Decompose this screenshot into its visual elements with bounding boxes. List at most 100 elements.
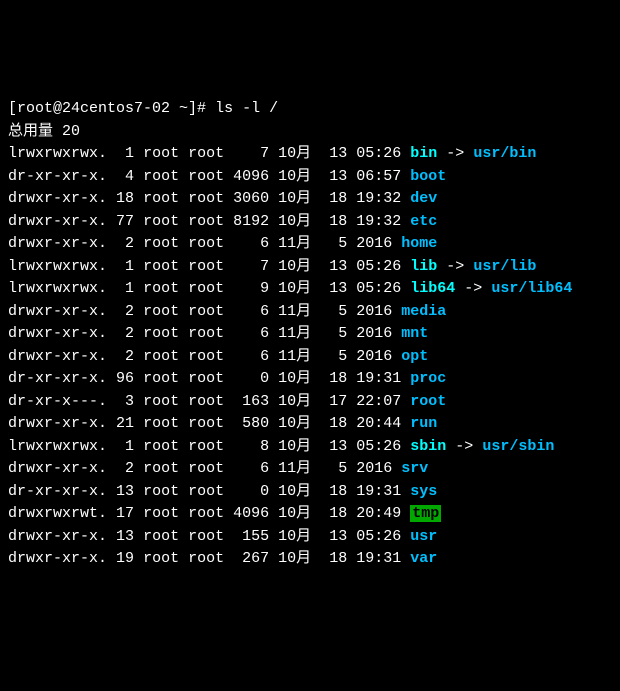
link-count: 77: [116, 213, 134, 230]
group: root: [188, 235, 224, 252]
day: 18: [320, 190, 347, 207]
time: 05:26: [356, 258, 401, 275]
listing-row: drwxr-xr-x. 19 root root 267 10月 18 19:3…: [8, 548, 612, 571]
owner: root: [143, 550, 179, 567]
prompt-line: [root@24centos7-02 ~]# ls -l /: [8, 98, 612, 121]
day: 18: [320, 505, 347, 522]
permissions: drwxr-xr-x.: [8, 213, 107, 230]
listing-row: drwxr-xr-x. 2 root root 6 11月 5 2016 hom…: [8, 233, 612, 256]
group: root: [188, 303, 224, 320]
permissions: drwxr-xr-x.: [8, 235, 107, 252]
time: 05:26: [356, 145, 401, 162]
symlink-target: usr/sbin: [482, 438, 554, 455]
time: 19:31: [356, 483, 401, 500]
group: root: [188, 213, 224, 230]
link-count: 1: [116, 280, 134, 297]
permissions: drwxr-xr-x.: [8, 550, 107, 567]
group: root: [188, 483, 224, 500]
file-name: media: [401, 303, 446, 320]
file-name: run: [410, 415, 437, 432]
size: 8192: [233, 213, 269, 230]
file-name: tmp: [410, 505, 441, 522]
link-count: 2: [116, 460, 134, 477]
listing-row: drwxr-xr-x. 21 root root 580 10月 18 20:4…: [8, 413, 612, 436]
time: 2016: [356, 460, 392, 477]
link-count: 1: [116, 145, 134, 162]
link-count: 13: [116, 528, 134, 545]
month: 10月: [278, 483, 311, 500]
owner: root: [143, 280, 179, 297]
owner: root: [143, 190, 179, 207]
link-count: 2: [116, 235, 134, 252]
listing-row: dr-xr-xr-x. 4 root root 4096 10月 13 06:5…: [8, 166, 612, 189]
size: 6: [233, 460, 269, 477]
size: 8: [233, 438, 269, 455]
time: 19:32: [356, 213, 401, 230]
day: 13: [320, 168, 347, 185]
size: 155: [233, 528, 269, 545]
link-count: 1: [116, 258, 134, 275]
day: 5: [320, 235, 347, 252]
link-count: 2: [116, 348, 134, 365]
prompt-user-host: [root@24centos7-02 ~]#: [8, 100, 206, 117]
group: root: [188, 393, 224, 410]
link-count: 2: [116, 303, 134, 320]
listing-row: drwxr-xr-x. 18 root root 3060 10月 18 19:…: [8, 188, 612, 211]
link-count: 21: [116, 415, 134, 432]
size: 267: [233, 550, 269, 567]
permissions: dr-xr-x---.: [8, 393, 107, 410]
day: 13: [320, 528, 347, 545]
month: 11月: [278, 348, 311, 365]
command-text: ls -l /: [215, 100, 278, 117]
time: 05:26: [356, 438, 401, 455]
size: 580: [233, 415, 269, 432]
month: 10月: [278, 528, 311, 545]
permissions: drwxrwxrwt.: [8, 505, 107, 522]
time: 19:31: [356, 370, 401, 387]
group: root: [188, 348, 224, 365]
owner: root: [143, 325, 179, 342]
group: root: [188, 168, 224, 185]
size: 3060: [233, 190, 269, 207]
permissions: lrwxrwxrwx.: [8, 438, 107, 455]
owner: root: [143, 145, 179, 162]
listing-row: drwxr-xr-x. 77 root root 8192 10月 18 19:…: [8, 211, 612, 234]
time: 2016: [356, 303, 392, 320]
time: 20:44: [356, 415, 401, 432]
month: 10月: [278, 168, 311, 185]
group: root: [188, 415, 224, 432]
month: 10月: [278, 550, 311, 567]
file-name: home: [401, 235, 437, 252]
file-name: sys: [410, 483, 437, 500]
month: 11月: [278, 303, 311, 320]
size: 9: [233, 280, 269, 297]
owner: root: [143, 528, 179, 545]
link-count: 19: [116, 550, 134, 567]
owner: root: [143, 213, 179, 230]
file-name: srv: [401, 460, 428, 477]
link-count: 17: [116, 505, 134, 522]
link-count: 18: [116, 190, 134, 207]
file-name: lib: [410, 258, 437, 275]
link-count: 13: [116, 483, 134, 500]
day: 13: [320, 258, 347, 275]
month: 10月: [278, 145, 311, 162]
permissions: drwxr-xr-x.: [8, 348, 107, 365]
group: root: [188, 325, 224, 342]
size: 6: [233, 348, 269, 365]
group: root: [188, 258, 224, 275]
group: root: [188, 460, 224, 477]
total-line: 总用量 20: [8, 121, 612, 144]
symlink-arrow: ->: [455, 438, 473, 455]
listing-row: drwxr-xr-x. 2 root root 6 11月 5 2016 srv: [8, 458, 612, 481]
group: root: [188, 280, 224, 297]
permissions: lrwxrwxrwx.: [8, 280, 107, 297]
month: 10月: [278, 438, 311, 455]
time: 19:32: [356, 190, 401, 207]
group: root: [188, 438, 224, 455]
group: root: [188, 370, 224, 387]
month: 10月: [278, 258, 311, 275]
listing-row: lrwxrwxrwx. 1 root root 7 10月 13 05:26 b…: [8, 143, 612, 166]
permissions: drwxr-xr-x.: [8, 528, 107, 545]
day: 18: [320, 415, 347, 432]
